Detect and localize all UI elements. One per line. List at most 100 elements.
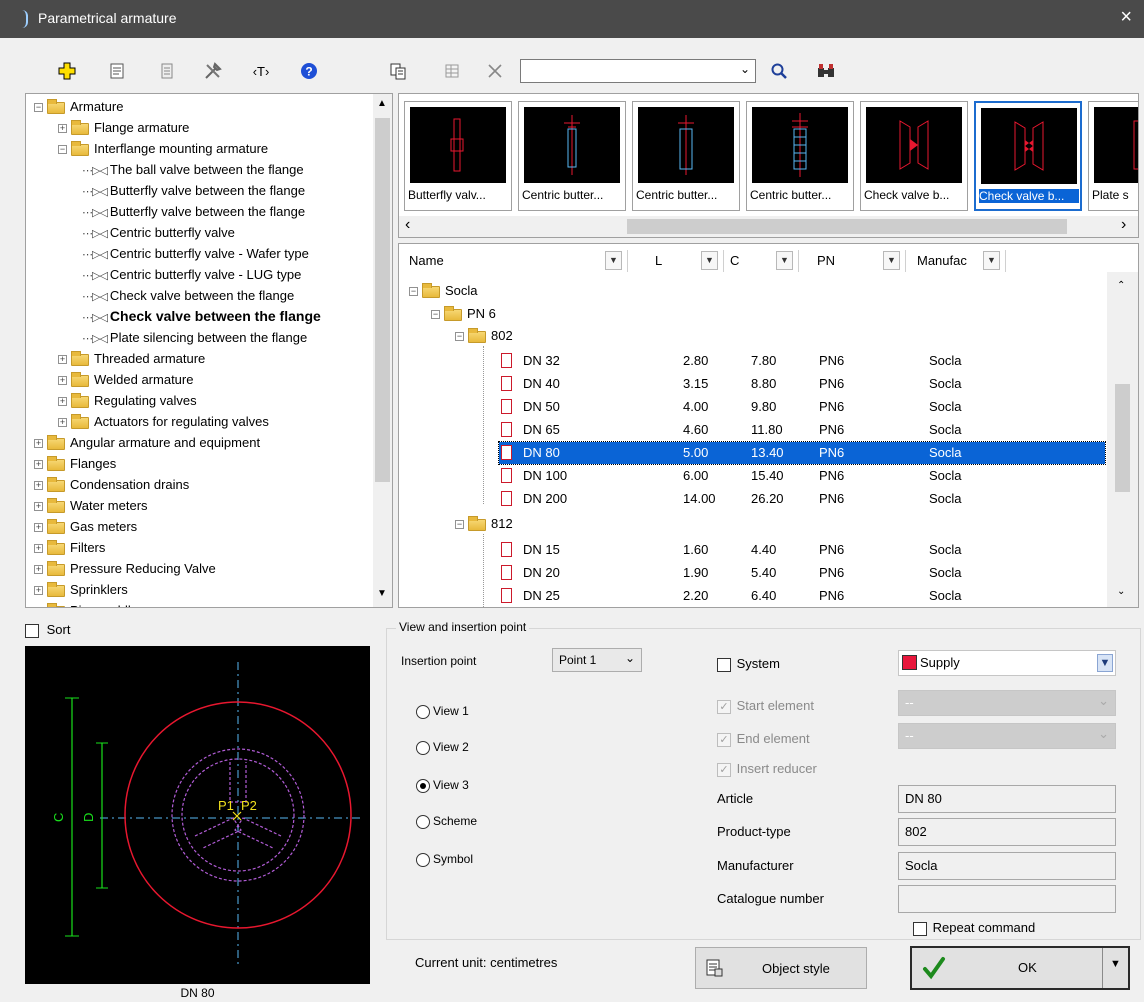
table-button[interactable] (439, 58, 465, 84)
tree-item[interactable]: ⋯▷◁ Check valve between the flange (82, 306, 321, 327)
end-element-checkbox[interactable]: ✓ (717, 732, 731, 747)
expand-icon[interactable]: + (34, 523, 43, 533)
tree-scroll-thumb[interactable] (375, 118, 390, 482)
collapse-icon[interactable]: − (34, 103, 43, 113)
start-element-option[interactable]: ✓ Start element (717, 698, 814, 714)
product-type-field[interactable]: 802 (898, 818, 1116, 846)
copy-button[interactable] (385, 58, 411, 84)
manufacturer-field[interactable]: Socla (898, 852, 1116, 880)
collapse-icon[interactable]: − (431, 310, 440, 320)
gallery-card[interactable]: Check valve b... (860, 101, 968, 211)
search-button[interactable] (766, 58, 792, 84)
tree-item[interactable]: + Gas meters (34, 516, 137, 537)
collapse-icon[interactable]: − (58, 145, 67, 155)
expand-icon[interactable]: + (34, 460, 43, 470)
gallery-scrollbar[interactable]: ‹ › (399, 216, 1138, 237)
ok-dropdown-icon[interactable]: ▼ (1110, 958, 1121, 970)
table-row[interactable]: DN 200 14.00 26.20 PN6 Socla (499, 488, 1105, 510)
group-row[interactable]: − PN 6 (431, 303, 496, 325)
tree-item[interactable]: ⋯▷◁ Butterfly valve between the flange (82, 180, 305, 201)
scroll-down-icon[interactable]: ▼ (377, 588, 387, 599)
column-divider[interactable] (723, 250, 724, 272)
binoculars-button[interactable] (813, 58, 839, 84)
insert-reducer-checkbox[interactable]: ✓ (717, 762, 731, 777)
sort-checkbox[interactable] (25, 623, 39, 638)
help-button[interactable]: ? (296, 58, 322, 84)
view-radio[interactable] (416, 740, 430, 755)
column-header[interactable]: Name ▼ (409, 248, 631, 274)
tree-item[interactable]: + Pressure Reducing Valve (34, 558, 216, 579)
group-row[interactable]: − 802 (455, 325, 513, 347)
view-option[interactable]: Symbol (416, 851, 473, 867)
group-row[interactable]: − 812 (455, 513, 513, 535)
tree-item[interactable]: + Regulating valves (58, 390, 197, 411)
tree-scrollbar[interactable]: ▲ ▼ (373, 94, 392, 607)
tree-item[interactable]: + Water meters (34, 495, 148, 516)
expand-icon[interactable]: + (34, 565, 43, 575)
filter-dropdown-icon[interactable]: ▼ (776, 251, 793, 270)
tree-item[interactable]: ⋯▷◁ Plate silencing between the flange (82, 327, 307, 348)
tree-item[interactable]: + Condensation drains (34, 474, 189, 495)
column-header[interactable]: L ▼ (655, 248, 727, 274)
end-element-select[interactable]: -- ⌄ (898, 723, 1116, 749)
article-field[interactable]: DN 80 (898, 785, 1116, 813)
tree-item[interactable]: + Actuators for regulating valves (58, 411, 269, 432)
add-button[interactable] (54, 58, 80, 84)
tree-item[interactable]: + Pipe saddles (34, 600, 144, 607)
product-table[interactable]: Name ▼ L ▼ C ▼ PN ▼ Manufac ▼ − Socla − PN 6−802 DN 3… (398, 243, 1139, 608)
sort-option[interactable]: Sort (25, 622, 70, 640)
tree-item[interactable]: + Flanges (34, 453, 116, 474)
column-header[interactable]: Manufac ▼ (917, 248, 1009, 274)
column-divider[interactable] (798, 250, 799, 272)
expand-icon[interactable]: + (34, 439, 43, 449)
view-radio[interactable] (416, 814, 430, 829)
expand-icon[interactable]: + (34, 544, 43, 554)
table-row[interactable]: DN 80 5.00 13.40 PN6 Socla (498, 441, 1106, 465)
system-option[interactable]: System (717, 656, 780, 672)
catalogue-number-field[interactable] (898, 885, 1116, 913)
column-divider[interactable] (905, 250, 906, 272)
table-scroll-thumb[interactable] (1115, 384, 1130, 492)
gallery-card[interactable]: Centric butter... (518, 101, 626, 211)
scroll-up-icon[interactable]: ⌃ (1117, 280, 1125, 291)
tree-item[interactable]: + Sprinklers (34, 579, 128, 600)
tree-item[interactable]: + Welded armature (58, 369, 193, 390)
tools-button[interactable] (200, 58, 226, 84)
ok-button[interactable]: OK ▼ (910, 946, 1130, 990)
repeat-command-option[interactable]: Repeat command (913, 920, 1035, 936)
table-row[interactable]: DN 65 4.60 11.80 PN6 Socla (499, 419, 1105, 441)
tree-item[interactable]: − Interflange mounting armature (58, 138, 268, 159)
view-radio[interactable] (416, 778, 430, 793)
view-option[interactable]: View 2 (416, 739, 469, 755)
filter-dropdown-icon[interactable]: ▼ (883, 251, 900, 270)
table-scrollbar[interactable]: ⌃ ⌄ (1107, 272, 1138, 607)
expand-icon[interactable]: + (34, 586, 43, 596)
end-element-option[interactable]: ✓ End element (717, 731, 810, 747)
start-element-select[interactable]: -- ⌄ (898, 690, 1116, 716)
tree-item[interactable]: + Flange armature (58, 117, 189, 138)
tree-item[interactable]: + Angular armature and equipment (34, 432, 260, 453)
expand-icon[interactable]: + (34, 502, 43, 512)
view-radio[interactable] (416, 704, 430, 719)
delete-button[interactable] (482, 58, 508, 84)
tree-item[interactable]: ⋯▷◁ Butterfly valve between the flange (82, 201, 305, 222)
group-row[interactable]: − Socla (409, 280, 478, 302)
insertion-point-select[interactable]: Point 1 ⌄ (552, 648, 642, 672)
filter-dropdown-icon[interactable]: ▼ (605, 251, 622, 270)
view-option[interactable]: View 3 (416, 777, 469, 793)
start-element-checkbox[interactable]: ✓ (717, 699, 731, 714)
column-divider[interactable] (627, 250, 628, 272)
table-row[interactable]: DN 100 6.00 15.40 PN6 Socla (499, 465, 1105, 487)
tree-item[interactable]: ⋯▷◁ Centric butterfly valve - Wafer type (82, 243, 309, 264)
system-select[interactable]: Supply ▼ (898, 650, 1116, 676)
scroll-left-icon[interactable]: ‹ (405, 216, 410, 234)
expand-icon[interactable]: + (58, 397, 67, 407)
tree-item[interactable]: ⋯▷◁ Centric butterfly valve (82, 222, 235, 243)
filter-dropdown-icon[interactable]: ▼ (983, 251, 1000, 270)
insert-reducer-option[interactable]: ✓ Insert reducer (717, 761, 817, 777)
gallery-card[interactable]: Butterfly valv... (404, 101, 512, 211)
tree-item[interactable]: + Filters (34, 537, 105, 558)
category-tree[interactable]: − Armature + Flange armature − Interflange mo… (25, 93, 393, 608)
expand-icon[interactable]: + (58, 376, 67, 386)
gallery-card[interactable]: Plate s (1088, 101, 1138, 211)
